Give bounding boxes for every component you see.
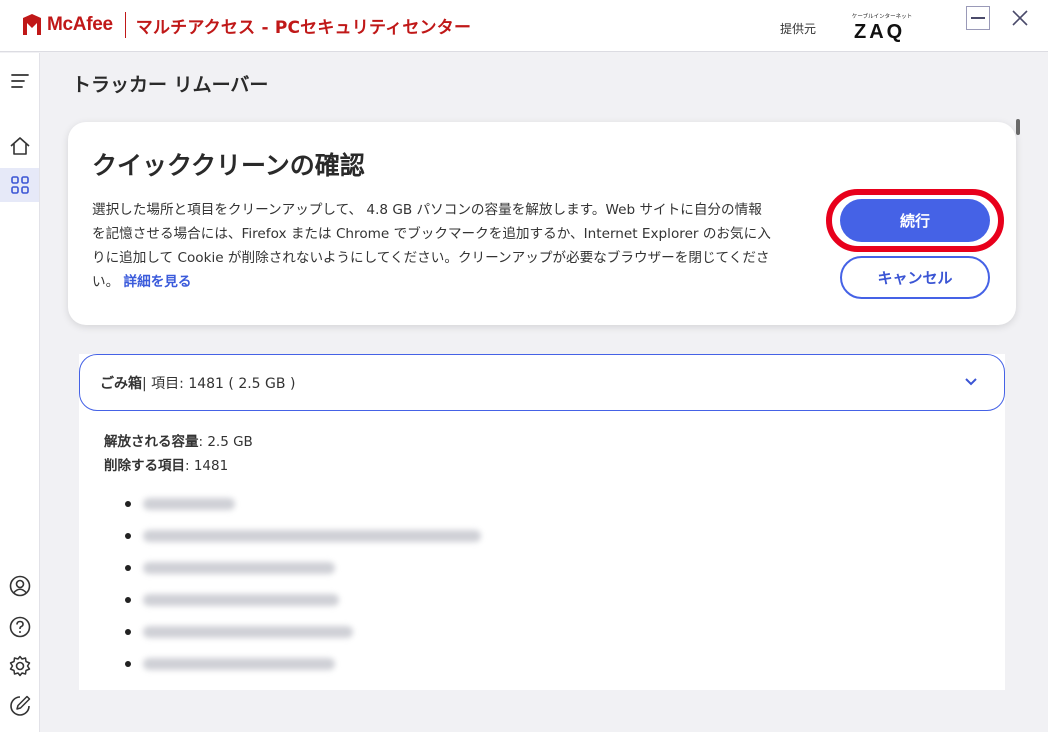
title-bar: McAfee マルチアクセス - PCセキュリティセンター 提供元 ケーブルイン…: [0, 0, 1048, 52]
close-icon: [1012, 10, 1028, 26]
close-button[interactable]: [1008, 6, 1032, 30]
provider-logo-sub: ケーブルインターネット: [851, 14, 913, 20]
trash-meta: | 項目: 1481 ( 2.5 GB ): [142, 375, 296, 392]
brand: McAfee マルチアクセス - PCセキュリティセンター: [22, 12, 471, 38]
home-icon: [9, 137, 30, 155]
items-count-value: : 1481: [185, 458, 229, 474]
list-bullet: [125, 597, 131, 603]
list-item: [125, 497, 235, 511]
list-item: [125, 593, 339, 607]
menu-button[interactable]: [0, 64, 39, 98]
sidebar-item-apps[interactable]: [0, 168, 39, 202]
list-bullet: [125, 565, 131, 571]
card-title: クイッククリーンの確認: [92, 151, 365, 180]
mcafee-logo-icon: [23, 14, 41, 35]
card-description-text: 選択した場所と項目をクリーンアップして、 4.8 GB パソコンの容量を解放しま…: [92, 202, 771, 290]
list-item: [125, 561, 335, 575]
list-bullet: [125, 501, 131, 507]
sidebar-item-settings[interactable]: [0, 649, 39, 683]
trash-panel: ごみ箱 | 項目: 1481 ( 2.5 GB ) 解放される容量: 2.5 G…: [79, 354, 1005, 690]
list-item: [125, 625, 353, 639]
blurred-item-text: [143, 594, 339, 606]
items-count-row: 削除する項目: 1481: [104, 454, 228, 474]
sidebar: [0, 53, 40, 732]
account-icon: [9, 575, 30, 597]
trash-accordion-header[interactable]: ごみ箱 | 項目: 1481 ( 2.5 GB ): [79, 354, 1005, 411]
provider-label: 提供元: [780, 22, 817, 36]
app-title: マルチアクセス - PCセキュリティセンター: [135, 17, 472, 38]
freed-space-value: : 2.5 GB: [198, 434, 253, 450]
quick-clean-confirm-card: クイッククリーンの確認 選択した場所と項目をクリーンアップして、 4.8 GB …: [68, 122, 1016, 325]
card-description: 選択した場所と項目をクリーンアップして、 4.8 GB パソコンの容量を解放しま…: [92, 198, 774, 294]
list-bullet: [125, 661, 131, 667]
list-bullet: [125, 533, 131, 539]
blurred-item-text: [143, 530, 481, 542]
blurred-item-text: [143, 562, 335, 574]
blurred-item-text: [143, 626, 353, 638]
menu-icon: [10, 74, 29, 88]
chevron-down-icon: [965, 378, 977, 386]
provider-logo: ケーブルインターネット ZAQ: [850, 12, 914, 43]
sidebar-item-feedback[interactable]: [0, 689, 39, 723]
freed-space-label: 解放される容量: [104, 434, 199, 450]
cancel-button[interactable]: キャンセル: [840, 256, 990, 299]
list-bullet: [125, 629, 131, 635]
apps-grid-icon: [10, 176, 29, 194]
trash-name: ごみ箱: [100, 375, 142, 392]
help-icon: [9, 616, 30, 638]
blurred-item-text: [143, 658, 335, 670]
list-item: [125, 657, 335, 671]
brand-separator: [124, 12, 126, 38]
brand-name: McAfee: [47, 14, 113, 35]
page-title: トラッカー リムーバー: [72, 74, 269, 96]
details-link[interactable]: 詳細を見る: [124, 274, 192, 290]
provider-logo-main: ZAQ: [854, 21, 906, 43]
continue-button[interactable]: 続行: [840, 199, 990, 242]
feedback-icon: [9, 695, 30, 716]
sidebar-item-help[interactable]: [0, 610, 39, 644]
blurred-item-text: [143, 498, 235, 510]
sidebar-item-account[interactable]: [0, 569, 39, 603]
minimize-icon: [971, 17, 985, 19]
minimize-button[interactable]: [966, 6, 990, 30]
list-item: [125, 529, 481, 543]
scrollbar-thumb[interactable]: [1016, 119, 1020, 135]
sidebar-item-home[interactable]: [0, 129, 39, 163]
settings-icon: [9, 655, 30, 677]
freed-space-row: 解放される容量: 2.5 GB: [104, 430, 253, 450]
items-count-label: 削除する項目: [104, 458, 185, 474]
